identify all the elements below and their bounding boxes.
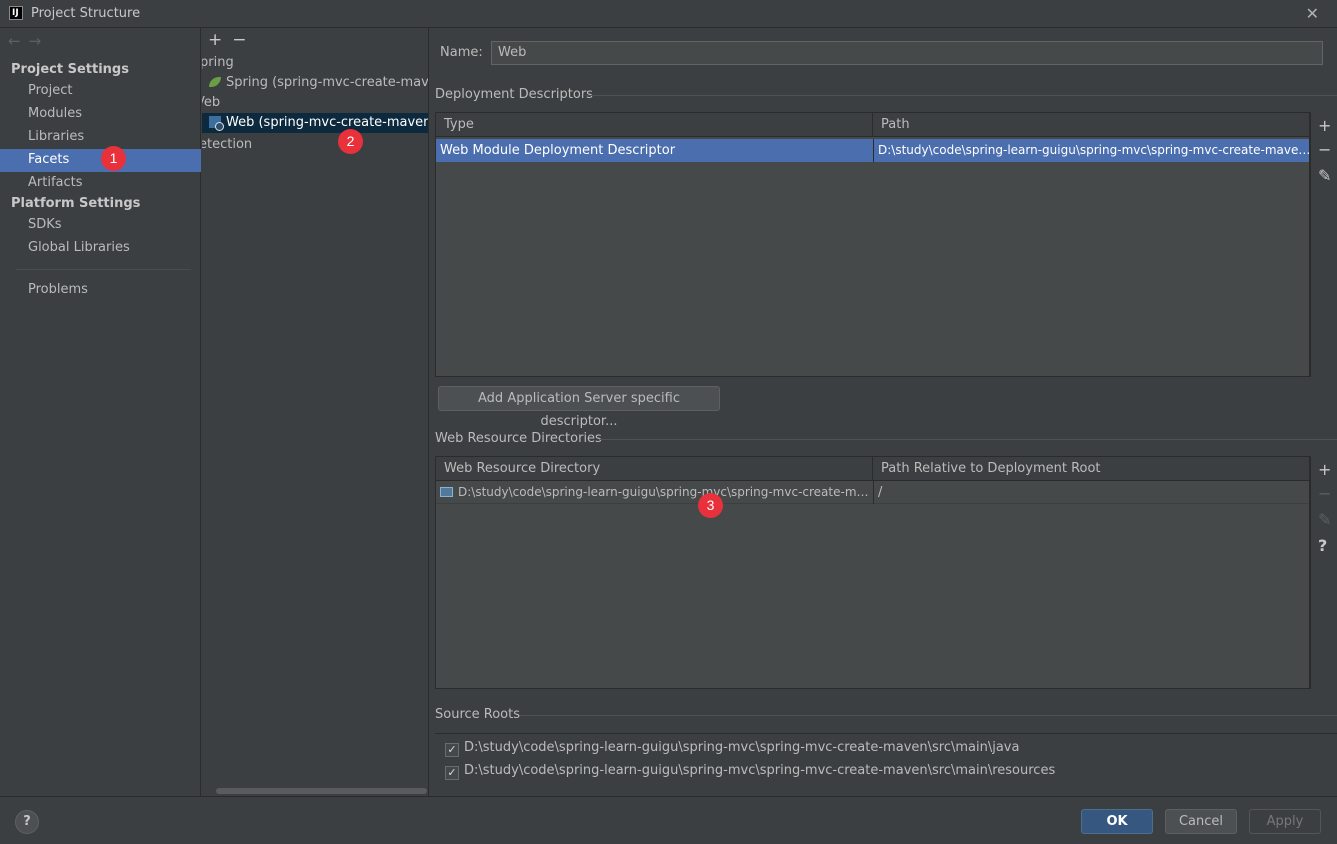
sidebar-item-artifacts[interactable]: Artifacts xyxy=(0,172,201,195)
annotation-badge-2: 2 xyxy=(338,129,363,154)
table-row[interactable]: D:\study\code\spring-learn-guigu\spring-… xyxy=(436,481,1309,504)
column-header-web-resource-directory[interactable]: Web Resource Directory xyxy=(436,457,873,481)
add-facet-icon[interactable]: + xyxy=(208,30,222,50)
annotation-badge-1: 1 xyxy=(101,146,126,171)
checked-checkbox-icon[interactable]: ✓ xyxy=(445,743,459,757)
edit-descriptor-icon[interactable]: ✎ xyxy=(1318,166,1331,185)
descriptor-type: Web Module Deployment Descriptor xyxy=(440,143,676,158)
intellij-logo-icon: IJ xyxy=(9,6,23,20)
edit-web-resource-icon: ✎ xyxy=(1318,510,1332,529)
sidebar-item-libraries[interactable]: Libraries xyxy=(0,126,201,149)
tree-node-label: Spring (spring-mvc-create-maven) xyxy=(226,75,429,90)
tree-node-detection[interactable]: etection xyxy=(202,135,252,155)
facet-settings-panel: Name: Web Deployment Descriptors Type Pa… xyxy=(430,28,1337,796)
name-label: Name: xyxy=(440,45,483,60)
table-row[interactable]: Web Module Deployment Descriptor D:\stud… xyxy=(436,139,1309,162)
web-resource-directories-title: Web Resource Directories xyxy=(435,431,602,446)
tree-node-label: Web (spring-mvc-create-maven) xyxy=(226,115,429,130)
nav-arrows: ←→ xyxy=(8,32,49,50)
add-descriptor-icon[interactable]: + xyxy=(1318,116,1331,135)
web-resource-directory: D:\study\code\spring-learn-guigu\spring-… xyxy=(436,481,873,504)
source-root-item[interactable]: ✓ D:\study\code\spring-learn-guigu\spring… xyxy=(445,738,1019,758)
close-icon[interactable]: ✕ xyxy=(1306,4,1319,23)
annotation-badge-3: 3 xyxy=(698,493,723,518)
cancel-button[interactable]: Cancel xyxy=(1165,809,1237,834)
window-title: Project Structure xyxy=(31,6,141,21)
tree-node-spring[interactable]: Spring (spring-mvc-create-maven) xyxy=(209,73,429,93)
project-settings-header: Project Settings xyxy=(11,62,129,77)
sidebar-divider xyxy=(16,269,191,270)
facets-tree-panel: + − pring Spring (spring-mvc-create-maven… xyxy=(202,28,429,796)
sidebar-item-problems[interactable]: Problems xyxy=(0,279,201,302)
descriptor-tools: + − ✎ xyxy=(1310,112,1337,377)
remove-web-resource-icon: − xyxy=(1318,484,1332,503)
web-resource-table: Web Resource Directory Path Relative to … xyxy=(435,456,1310,689)
tree-node-web[interactable]: Web (spring-mvc-create-maven) xyxy=(202,113,429,133)
add-web-resource-icon[interactable]: + xyxy=(1318,460,1331,479)
folder-icon xyxy=(440,487,453,497)
title-bar: IJ Project Structure ✕ xyxy=(0,0,1337,28)
sidebar-item-modules[interactable]: Modules xyxy=(0,103,201,126)
column-header-type[interactable]: Type xyxy=(436,113,873,137)
source-root-path: D:\study\code\spring-learn-guigu\spring-… xyxy=(464,763,1056,778)
back-arrow-icon[interactable]: ← xyxy=(8,32,29,50)
group-divider xyxy=(600,439,1337,440)
settings-sidebar: ←→ Project Settings Project Modules Libr… xyxy=(0,28,201,796)
column-header-path[interactable]: Path xyxy=(873,113,1309,137)
descriptor-path: D:\study\code\spring-learn-guigu\spring-… xyxy=(873,139,1309,162)
source-roots-list: ✓ D:\study\code\spring-learn-guigu\spring… xyxy=(435,733,1337,785)
table-header: Web Resource Directory Path Relative to … xyxy=(436,457,1309,481)
deployment-descriptors-table: Type Path Web Module Deployment Descript… xyxy=(435,112,1310,377)
group-divider xyxy=(585,95,1337,96)
relative-path: / xyxy=(873,481,1309,504)
checked-checkbox-icon[interactable]: ✓ xyxy=(445,766,459,780)
tree-toolbar: + − xyxy=(208,30,257,50)
add-server-descriptor-button[interactable]: Add Application Server specific descript… xyxy=(438,386,720,429)
web-facet-icon xyxy=(209,116,224,131)
apply-button: Apply xyxy=(1249,809,1321,834)
remove-descriptor-icon[interactable]: − xyxy=(1318,140,1331,159)
name-field[interactable]: Web xyxy=(491,41,1323,65)
remove-facet-icon[interactable]: − xyxy=(232,30,246,50)
column-header-relative-path[interactable]: Path Relative to Deployment Root xyxy=(873,457,1309,481)
directory-path: D:\study\code\spring-learn-guigu\spring-… xyxy=(458,485,873,499)
source-root-path: D:\study\code\spring-learn-guigu\spring-… xyxy=(464,740,1020,755)
table-header: Type Path xyxy=(436,113,1309,137)
deployment-descriptors-title: Deployment Descriptors xyxy=(435,87,593,102)
sidebar-item-sdks[interactable]: SDKs xyxy=(0,214,201,237)
spring-leaf-icon xyxy=(209,77,221,87)
help-button[interactable]: ? xyxy=(15,810,39,834)
help-icon[interactable]: ? xyxy=(1318,536,1327,555)
source-roots-title: Source Roots xyxy=(435,707,521,722)
sidebar-item-project[interactable]: Project xyxy=(0,80,201,103)
web-resource-tools: + − ✎ ? xyxy=(1310,456,1337,689)
tree-node-spring-group[interactable]: pring xyxy=(202,53,234,73)
forward-arrow-icon[interactable]: → xyxy=(29,32,50,50)
group-divider xyxy=(520,715,1337,716)
horizontal-scrollbar[interactable] xyxy=(216,788,427,794)
sidebar-item-global-libraries[interactable]: Global Libraries xyxy=(0,237,201,260)
source-root-item[interactable]: ✓ D:\study\code\spring-learn-guigu\spring… xyxy=(445,761,1055,781)
platform-settings-header: Platform Settings xyxy=(11,196,141,211)
tree-node-web-group[interactable]: Veb xyxy=(202,93,220,113)
dialog-footer: ? OK Cancel Apply xyxy=(0,796,1337,844)
ok-button[interactable]: OK xyxy=(1081,809,1153,834)
